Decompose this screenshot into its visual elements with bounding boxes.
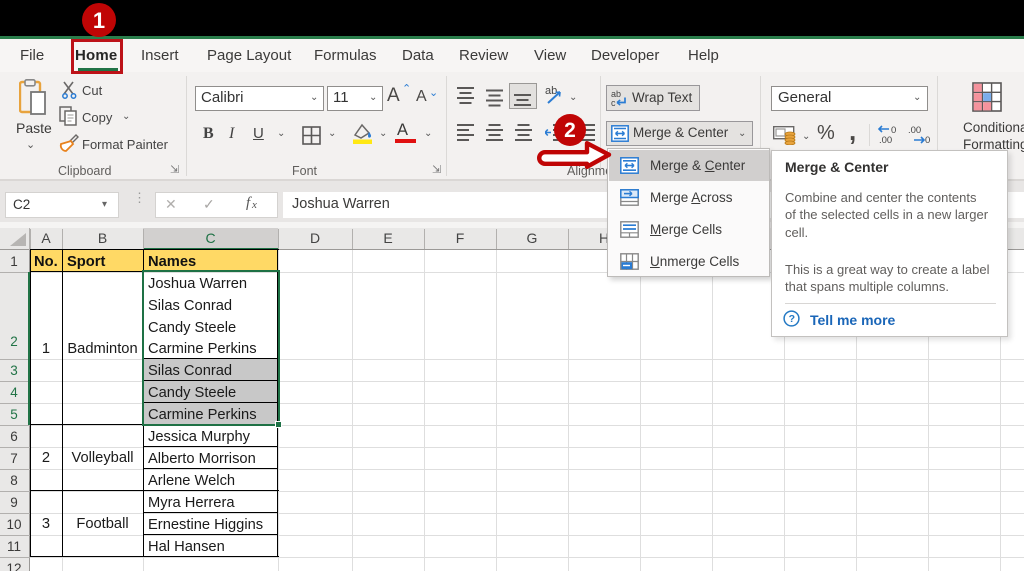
svg-text:?: ? — [789, 313, 795, 325]
